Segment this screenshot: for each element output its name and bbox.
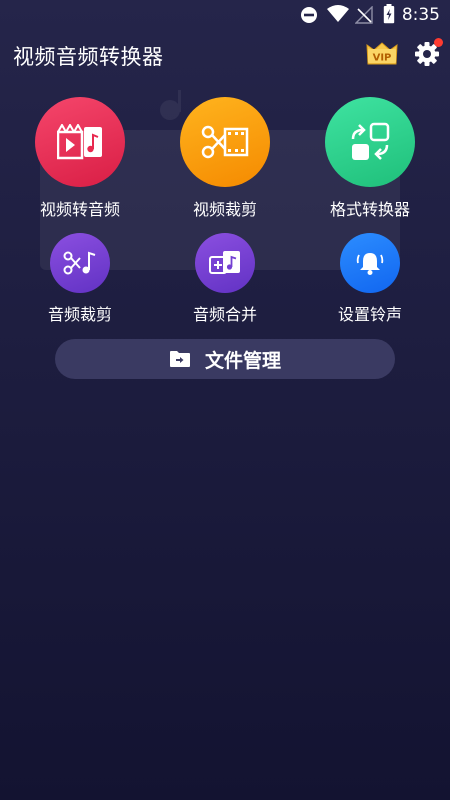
set-ringtone-tile[interactable]: 设置铃声 [310,233,430,325]
video-to-audio-tile[interactable]: 视频转音频 [20,97,140,220]
vip-crown-icon: VIP [366,42,398,65]
video-cut-tile[interactable]: 视频裁剪 [165,97,285,220]
feature-label: 音频合并 [192,305,257,324]
wifi-icon [327,5,349,22]
file-manager-label: 文件管理 [204,349,281,372]
audio-cut-icon [63,251,96,275]
ringtone-bell-icon [356,253,384,275]
battery-charging-icon [383,4,395,24]
status-bar: 8:35 [0,0,450,30]
vip-button[interactable]: VIP [366,40,398,66]
audio-merge-icon [209,251,240,274]
feature-label: 音频裁剪 [47,305,112,324]
feature-label: 视频转音频 [39,200,120,219]
feature-label: 格式转换器 [329,200,410,219]
video-cut-circle [180,97,270,187]
status-time: 8:35 [401,5,440,25]
video-to-audio-circle [35,97,125,187]
folder-arrow-icon [169,351,190,367]
notification-dot [434,38,443,47]
audio-merge-circle [195,233,255,293]
dnd-icon [301,7,317,23]
video-to-audio-icon [57,124,102,160]
feature-label: 设置铃声 [337,305,402,324]
audio-merge-tile[interactable]: 音频合并 [165,233,285,325]
set-ringtone-circle [340,233,400,293]
audio-cut-circle [50,233,110,293]
format-converter-circle [325,97,415,187]
format-convert-icon [351,122,390,160]
video-cut-icon [201,125,249,159]
audio-cut-tile[interactable]: 音频裁剪 [20,233,140,325]
app-title: 视频音频转换器 [13,45,164,69]
no-signal-icon [355,6,373,24]
format-converter-tile[interactable]: 格式转换器 [310,97,430,220]
feature-label: 视频裁剪 [192,200,257,219]
file-manager-button[interactable]: 文件管理 [55,339,395,379]
vip-label: VIP [373,53,392,64]
